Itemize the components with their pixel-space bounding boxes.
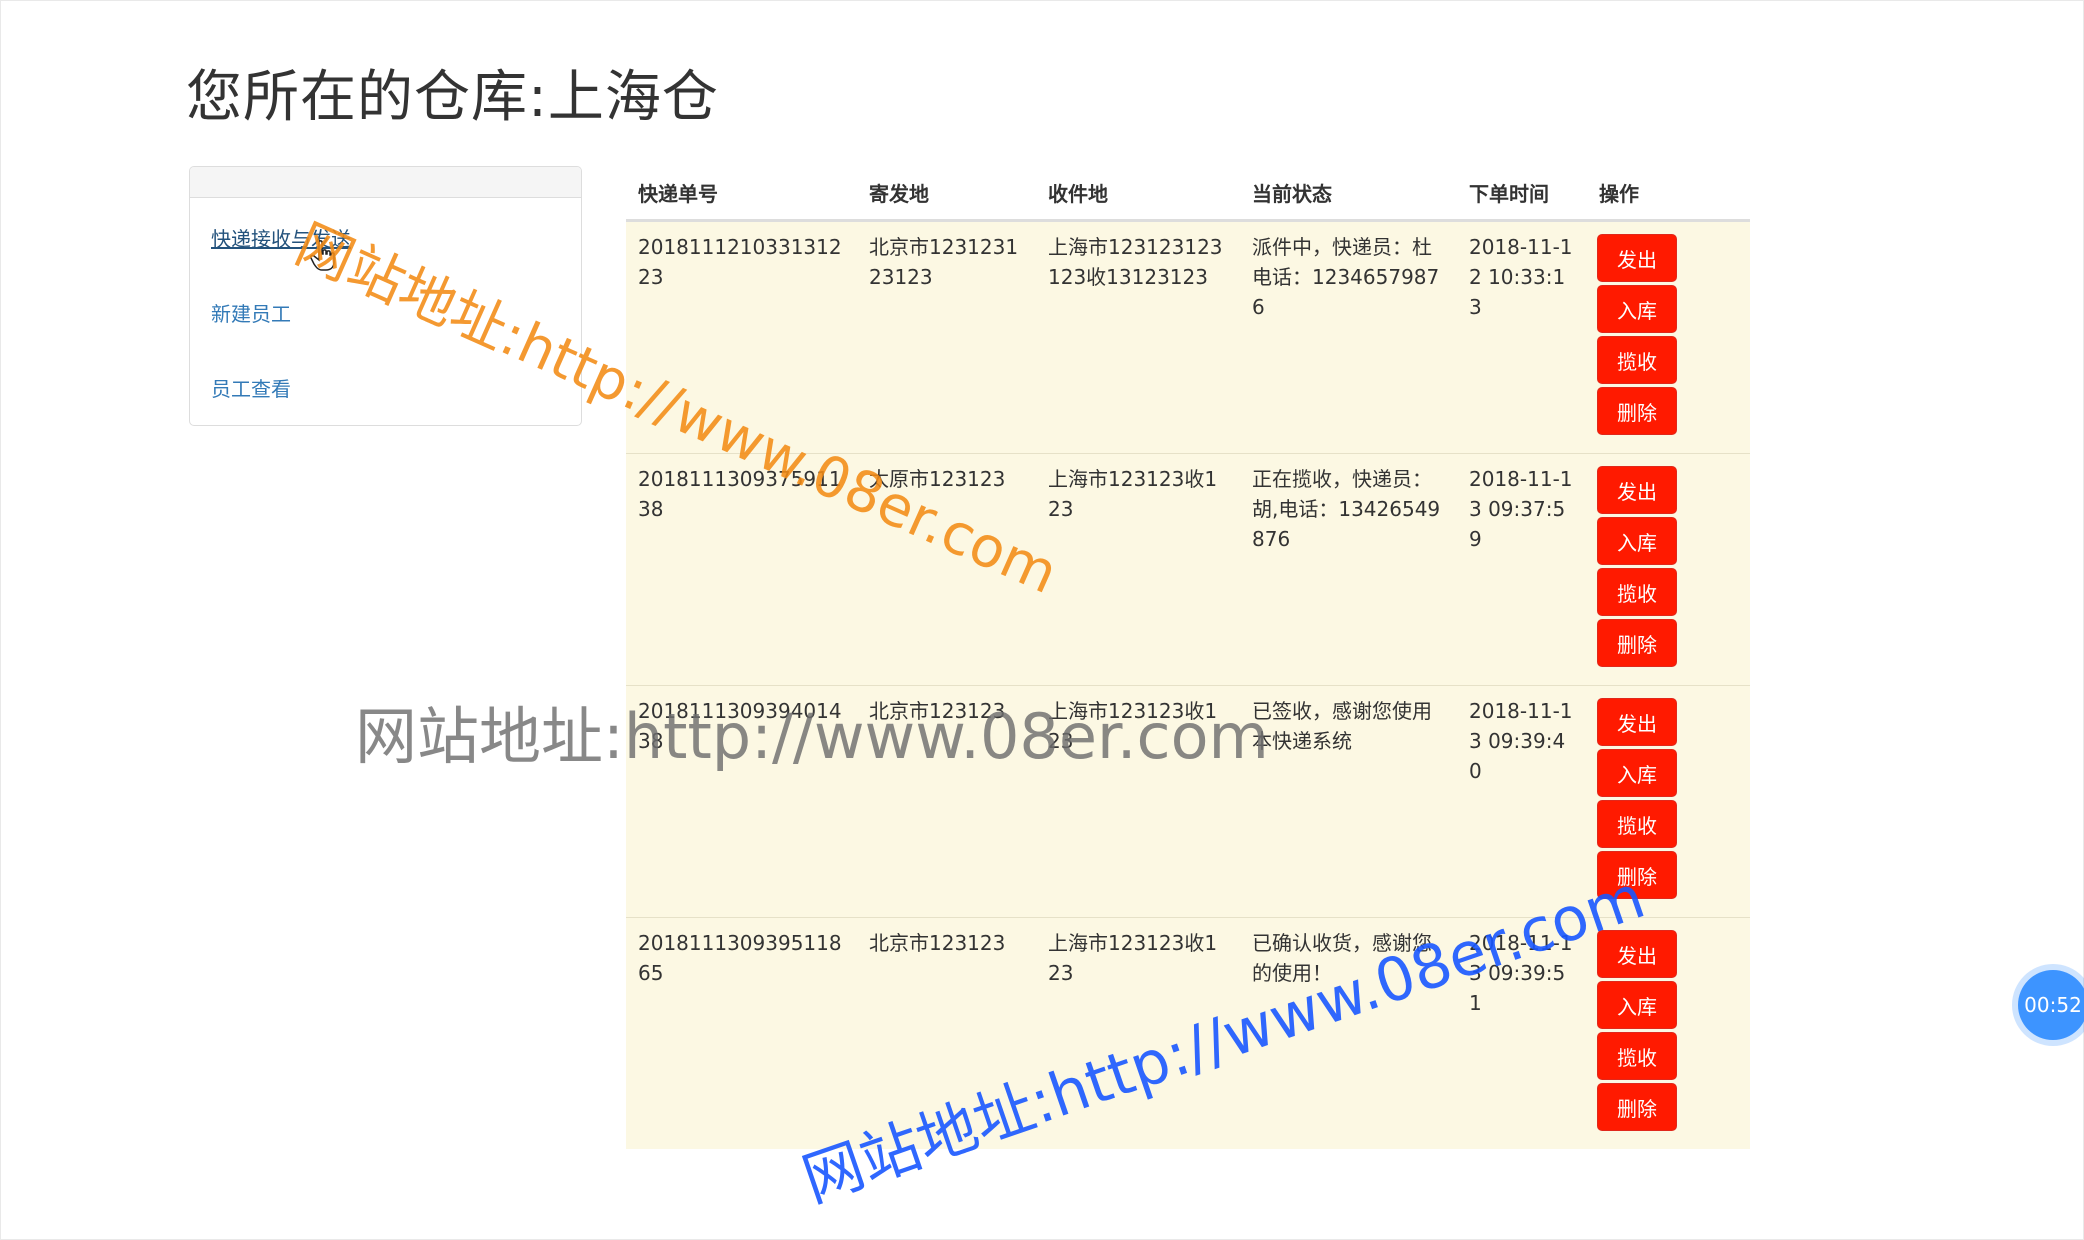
cell-status: 正在揽收，快递员：胡,电话：13426549876: [1240, 453, 1457, 686]
cell-status: 已确认收货，感谢您的使用！: [1240, 917, 1457, 1149]
cell-order-time: 2018-11-13 09:39:40: [1457, 685, 1587, 918]
column-header-tracking-number: 快递单号: [626, 166, 857, 222]
page-title: 您所在的仓库:上海仓: [186, 65, 719, 130]
table-row: 201811130939511865 北京市123123 上海市123123收1…: [626, 917, 1750, 1149]
express-table: 快递单号 寄发地 收件地 当前状态 下单时间 操作 20181112103313…: [626, 166, 1750, 1149]
pickup-button[interactable]: 揽收: [1597, 1032, 1677, 1080]
timer-badge[interactable]: 00:52: [2018, 970, 2084, 1040]
column-header-origin: 寄发地: [857, 166, 1036, 222]
cell-tracking-number: 201811121033131223: [626, 220, 857, 454]
cell-origin: 北京市123123: [857, 917, 1036, 1149]
cell-tracking-number: 201811130937591138: [626, 453, 857, 686]
store-button[interactable]: 入库: [1597, 517, 1677, 565]
pickup-button[interactable]: 揽收: [1597, 568, 1677, 616]
cell-status: 派件中，快递员：杜电话：12346579876: [1240, 220, 1457, 454]
express-table-container: 快递单号 寄发地 收件地 当前状态 下单时间 操作 20181112103313…: [626, 166, 1750, 1149]
store-button[interactable]: 入库: [1597, 285, 1677, 333]
column-header-status: 当前状态: [1240, 166, 1457, 222]
cell-tracking-number: 201811130939511865: [626, 917, 857, 1149]
cell-destination: 上海市123123收123: [1036, 453, 1240, 686]
cell-origin: 北京市123123123123: [857, 220, 1036, 454]
cell-destination: 上海市123123收123: [1036, 917, 1240, 1149]
cell-actions: 发出 入库 揽收 删除: [1587, 453, 1750, 686]
delete-button[interactable]: 删除: [1597, 387, 1677, 435]
send-button[interactable]: 发出: [1597, 466, 1677, 514]
pickup-button[interactable]: 揽收: [1597, 800, 1677, 848]
delete-button[interactable]: 删除: [1597, 619, 1677, 667]
column-header-destination: 收件地: [1036, 166, 1240, 222]
send-button[interactable]: 发出: [1597, 930, 1677, 978]
send-button[interactable]: 发出: [1597, 234, 1677, 282]
pickup-button[interactable]: 揽收: [1597, 336, 1677, 384]
sidebar-item-new-employee[interactable]: 新建员工: [211, 298, 291, 327]
send-button[interactable]: 发出: [1597, 698, 1677, 746]
delete-button[interactable]: 删除: [1597, 851, 1677, 899]
cell-order-time: 2018-11-13 09:37:59: [1457, 453, 1587, 686]
cell-actions: 发出 入库 揽收 删除: [1587, 220, 1750, 454]
cell-tracking-number: 201811130939401438: [626, 685, 857, 918]
sidebar-panel: 快递接收与发送 新建员工 员工查看: [189, 166, 582, 426]
table-row: 201811130937591138 太原市123123 上海市123123收1…: [626, 453, 1750, 686]
column-header-actions: 操作: [1587, 166, 1750, 222]
table-row: 201811130939401438 北京市123123 上海市123123收1…: [626, 685, 1750, 918]
cell-destination: 上海市123123收123: [1036, 685, 1240, 918]
cell-status: 已签收，感谢您使用本快递系统: [1240, 685, 1457, 918]
cell-order-time: 2018-11-12 10:33:13: [1457, 220, 1587, 454]
store-button[interactable]: 入库: [1597, 749, 1677, 797]
sidebar-item-view-employees[interactable]: 员工查看: [211, 373, 291, 402]
sidebar-panel-heading: [190, 167, 581, 198]
cell-destination: 上海市123123123123收13123123: [1036, 220, 1240, 454]
column-header-order-time: 下单时间: [1457, 166, 1587, 222]
store-button[interactable]: 入库: [1597, 981, 1677, 1029]
table-row: 201811121033131223 北京市123123123123 上海市12…: [626, 220, 1750, 454]
cell-origin: 北京市123123: [857, 685, 1036, 918]
cell-order-time: 2018-11-13 09:39:51: [1457, 917, 1587, 1149]
hand-pointer-icon: [310, 240, 335, 271]
cell-origin: 太原市123123: [857, 453, 1036, 686]
cell-actions: 发出 入库 揽收 删除: [1587, 917, 1750, 1149]
cell-actions: 发出 入库 揽收 删除: [1587, 685, 1750, 918]
table-header-row: 快递单号 寄发地 收件地 当前状态 下单时间 操作: [626, 166, 1750, 222]
delete-button[interactable]: 删除: [1597, 1083, 1677, 1131]
